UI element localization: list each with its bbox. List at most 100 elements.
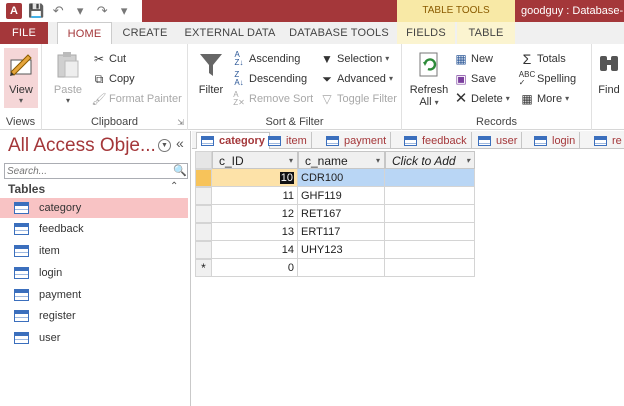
row-selector[interactable]	[195, 169, 212, 187]
doc-tab-payment[interactable]: payment	[322, 132, 392, 149]
copy-button[interactable]: ⧉ Copy	[92, 70, 135, 88]
new-record-button[interactable]: ▦ New	[454, 50, 493, 68]
cell-c-name[interactable]: CDR100	[298, 169, 385, 187]
nav-item-item[interactable]: item	[0, 241, 188, 261]
advanced-filter-icon: ⏷	[322, 72, 332, 86]
collapse-section-icon[interactable]: ⌃	[170, 181, 178, 192]
remove-sort-button[interactable]: A Z✕ Remove Sort	[232, 90, 313, 108]
view-button[interactable]: View ▾	[4, 48, 38, 108]
doc-tab-login[interactable]: login	[530, 132, 581, 149]
cell-empty[interactable]	[385, 205, 475, 223]
advanced-button[interactable]: ⏷ Advanced ▾	[320, 70, 393, 88]
table-icon	[534, 135, 547, 146]
customize-qat-icon[interactable]: ▾	[116, 3, 132, 19]
sort-ascending-icon: A Z↓	[234, 50, 244, 67]
group-views: View ▾ Views	[0, 44, 42, 130]
descending-button[interactable]: Z A↓ Descending	[232, 70, 307, 88]
nav-item-feedback[interactable]: feedback	[0, 219, 188, 239]
cell-c-id[interactable]: 10	[212, 169, 298, 187]
tab-fields[interactable]: FIELDS	[397, 22, 455, 44]
column-header-c-name[interactable]: c_name ▾	[298, 151, 385, 169]
cell-c-id[interactable]: 0	[212, 259, 298, 277]
tab-external-data[interactable]: EXTERNAL DATA	[178, 22, 282, 44]
row-selector[interactable]	[195, 187, 212, 205]
find-button[interactable]: Find	[594, 50, 624, 96]
table-icon	[14, 223, 29, 235]
column-dropdown-icon[interactable]: ▾	[289, 152, 293, 170]
cell-empty[interactable]	[385, 169, 475, 187]
cell-c-name[interactable]: UHY123	[298, 241, 385, 259]
tab-home[interactable]: HOME	[57, 22, 112, 44]
toggle-filter-button[interactable]: ▽ Toggle Filter	[320, 90, 397, 108]
ascending-button[interactable]: A Z↓ Ascending	[232, 50, 301, 68]
selection-button[interactable]: ▼ Selection ▾	[320, 50, 389, 68]
row-selector[interactable]	[195, 223, 212, 241]
refresh-all-button[interactable]: Refresh All ▾	[408, 50, 450, 108]
funnel-icon	[194, 50, 228, 80]
save-icon[interactable]: 💾	[28, 3, 44, 19]
dropdown-icon[interactable]: ▾	[72, 3, 88, 19]
format-painter-button[interactable]: 🖌 Format Painter	[91, 90, 181, 108]
cell-empty[interactable]	[385, 241, 475, 259]
cell-empty[interactable]	[385, 187, 475, 205]
column-dropdown-icon[interactable]: ▾	[466, 152, 470, 170]
column-dropdown-icon[interactable]: ▾	[376, 152, 380, 170]
sort-descending-icon: Z A↓	[234, 70, 244, 87]
spelling-icon: ABC ✓	[518, 70, 536, 87]
cell-c-name[interactable]	[298, 259, 385, 277]
sigma-icon: Σ	[522, 51, 532, 67]
nav-options-icon[interactable]: ▼	[158, 139, 171, 152]
nav-item-user[interactable]: user	[0, 328, 188, 348]
tab-create[interactable]: CREATE	[115, 22, 175, 44]
doc-tab-register[interactable]: re	[590, 132, 624, 149]
cell-c-name[interactable]: GHF119	[298, 187, 385, 205]
column-header-click-to-add[interactable]: Click to Add ▾	[385, 151, 475, 169]
filter-button[interactable]: Filter	[194, 50, 228, 96]
cut-button[interactable]: ✂ Cut	[92, 50, 126, 68]
scissors-icon: ✂	[93, 52, 105, 66]
cell-empty[interactable]	[385, 223, 475, 241]
select-all-corner[interactable]	[195, 151, 212, 169]
new-record-marker[interactable]: *	[195, 259, 212, 277]
brush-icon: 🖌	[91, 92, 107, 106]
undo-icon[interactable]: ↶	[50, 3, 66, 19]
table-icon	[14, 332, 29, 344]
column-header-c-id[interactable]: c_ID ▾	[212, 151, 298, 169]
tab-table[interactable]: TABLE	[457, 22, 515, 44]
cell-c-id[interactable]: 11	[212, 187, 298, 205]
cell-empty[interactable]	[385, 259, 475, 277]
cell-c-name[interactable]: RET167	[298, 205, 385, 223]
tab-file[interactable]: FILE	[0, 22, 48, 44]
cell-c-id[interactable]: 14	[212, 241, 298, 259]
tables-section-header[interactable]: Tables	[8, 182, 45, 196]
totals-button[interactable]: Σ Totals	[520, 50, 566, 68]
tab-database-tools[interactable]: DATABASE TOOLS	[285, 22, 393, 44]
doc-tab-user[interactable]: user	[474, 132, 523, 149]
doc-tab-feedback[interactable]: feedback	[400, 132, 472, 149]
more-button[interactable]: ▦ More ▾	[520, 90, 569, 108]
search-input[interactable]	[4, 163, 188, 179]
cell-c-id[interactable]: 12	[212, 205, 298, 223]
nav-item-category[interactable]: category	[0, 198, 188, 218]
redo-icon[interactable]: ↷	[94, 3, 110, 19]
search-icon[interactable]: 🔍	[172, 163, 188, 179]
cell-c-id[interactable]: 13	[212, 223, 298, 241]
collapse-pane-icon[interactable]: «	[176, 135, 184, 151]
table-icon	[14, 267, 29, 279]
delete-record-button[interactable]: ✕ Delete ▾	[454, 90, 510, 108]
save-record-button[interactable]: ▣ Save	[454, 70, 496, 88]
table-icon	[404, 135, 417, 146]
row-selector[interactable]	[195, 205, 212, 223]
nav-pane-title[interactable]: All Access Obje...	[8, 135, 156, 157]
group-sort-filter: Filter A Z↓ Ascending Z A↓ Descending A Z✕ Rem…	[188, 44, 402, 130]
spelling-button[interactable]: ABC ✓ Spelling	[518, 70, 576, 88]
nav-item-payment[interactable]: payment	[0, 285, 188, 305]
doc-tab-category[interactable]: category	[196, 132, 270, 149]
row-selector[interactable]	[195, 241, 212, 259]
doc-tab-item[interactable]: item	[264, 132, 312, 149]
nav-item-login[interactable]: login	[0, 263, 188, 283]
cell-c-name[interactable]: ERT117	[298, 223, 385, 241]
nav-item-register[interactable]: register	[0, 306, 188, 326]
dialog-launcher-icon[interactable]: ⇲	[177, 118, 184, 127]
paste-button[interactable]: Paste ▾	[48, 50, 88, 105]
